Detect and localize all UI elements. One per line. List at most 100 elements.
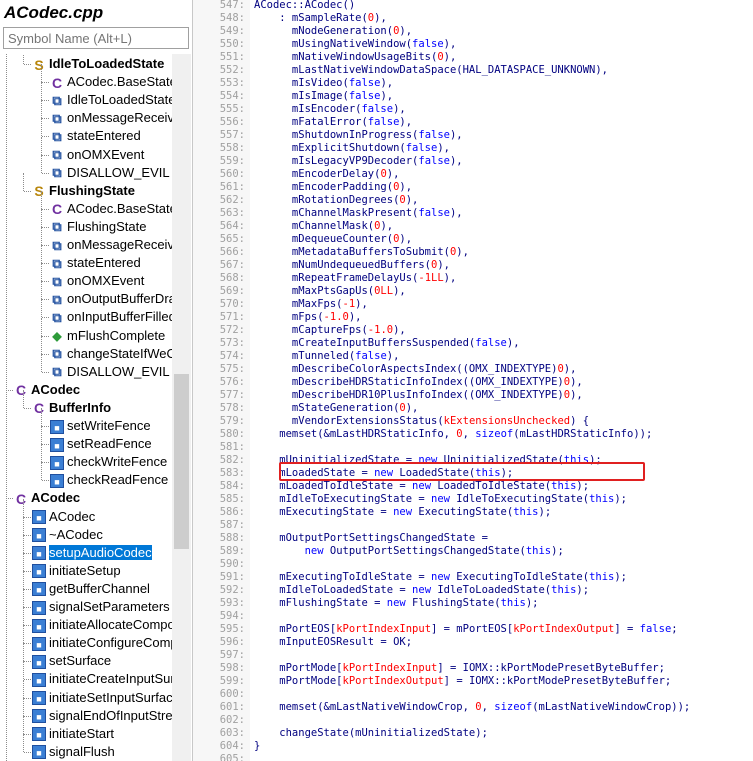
tree-guide-line — [23, 589, 24, 608]
code-line[interactable]: mPortEOS[kPortIndexInput] = mPortEOS[kPo… — [254, 623, 677, 636]
code-line[interactable]: mOutputPortSettingsChangedState = — [254, 532, 488, 545]
tree-node[interactable]: ■ initiateStart — [32, 725, 114, 743]
tree-node[interactable]: ■initiateCreateInputSurface — [32, 670, 172, 688]
tree-node[interactable]: ⧉ DISALLOW_EVIL — [50, 164, 169, 182]
code-line[interactable]: } — [254, 740, 260, 753]
scrollbar-thumb[interactable] — [174, 374, 189, 549]
tree-node[interactable]: ⧉ onMessageReceived — [50, 109, 172, 127]
code-line[interactable]: mChannelMaskPresent(false), — [254, 207, 463, 220]
code-line[interactable]: mIdleToExecutingState = new IdleToExecut… — [254, 493, 627, 506]
tree-node[interactable]: ◆ mFlushComplete — [50, 327, 165, 345]
code-line[interactable]: mIsLegacyVP9Decoder(false), — [254, 155, 463, 168]
code-line[interactable]: mChannelMask(0), — [254, 220, 393, 233]
code-line[interactable]: mPortMode[kPortIndexOutput] = IOMX::kPor… — [254, 675, 671, 688]
tree-node[interactable]: ⧉ stateEntered — [50, 254, 140, 272]
code-line[interactable]: mEncoderPadding(0), — [254, 181, 412, 194]
code-line[interactable]: mDequeueCounter(0), — [254, 233, 412, 246]
code-line[interactable]: mShutdownInProgress(false), — [254, 129, 463, 142]
method-icon: ■ — [32, 546, 46, 561]
code-line[interactable]: mExecutingToIdleState = new ExecutingToI… — [254, 571, 627, 584]
method-icon: ■ — [50, 419, 64, 434]
code-line[interactable]: mUsingNativeWindow(false), — [254, 38, 456, 51]
tree-node[interactable]: C BufferInfo — [32, 399, 111, 417]
tree-node[interactable]: ■ checkWriteFence — [50, 453, 167, 471]
code-line[interactable]: mVendorExtensionsStatus(kExtensionsUnche… — [254, 415, 589, 428]
tree-node[interactable]: ⧉ onOutputBufferDrained — [50, 290, 172, 308]
code-line[interactable]: mFlushingState = new FlushingState(this)… — [254, 597, 538, 610]
symbol-search-input[interactable] — [8, 29, 184, 47]
code-line[interactable]: mCaptureFps(-1.0), — [254, 324, 406, 337]
code-line[interactable]: mFps(-1.0), — [254, 311, 362, 324]
tree-node[interactable]: ■ setWriteFence — [50, 417, 151, 435]
code-line[interactable]: mMaxPtsGapUs(0LL), — [254, 285, 406, 298]
tree-node[interactable]: ⧉ onOMXEvent — [50, 146, 144, 164]
symbol-tree-scrollbar[interactable] — [172, 54, 191, 761]
code-line[interactable]: mExplicitShutdown(false), — [254, 142, 450, 155]
code-line[interactable]: mStateGeneration(0), — [254, 402, 418, 415]
code-line[interactable]: mIdleToLoadedState = new IdleToLoadedSta… — [254, 584, 589, 597]
code-line[interactable]: mRepeatFrameDelayUs(-1LL), — [254, 272, 456, 285]
code-line[interactable]: ACodec::ACodec() — [254, 0, 355, 12]
line-number: 571: — [219, 311, 245, 323]
code-line[interactable]: mNativeWindowUsageBits(0), — [254, 51, 456, 64]
tree-node[interactable]: ■ ACodec — [32, 508, 95, 526]
code-line[interactable]: mLastNativeWindowDataSpace(HAL_DATASPACE… — [254, 64, 608, 77]
code-line[interactable]: mDescribeHDRStaticInfoIndex((OMX_INDEXTY… — [254, 376, 583, 389]
tree-node[interactable]: ⧉ changeStateIfWeOwnAllBuffers — [50, 345, 172, 363]
tree-node[interactable]: ■ signalSetParameters — [32, 598, 170, 616]
tree-node[interactable]: ■signalEndOfInputStream — [32, 707, 172, 725]
tree-node[interactable]: ■initiateConfigureComponent — [32, 634, 172, 652]
line-number: 556: — [219, 116, 245, 128]
tree-node[interactable]: ⧉ onMessageReceived — [50, 236, 172, 254]
tree-node[interactable]: ■ initiateSetInputSurface — [32, 689, 172, 707]
tree-connector — [24, 679, 31, 681]
code-line[interactable]: mEncoderDelay(0), — [254, 168, 400, 181]
tree-node[interactable]: ■ setSurface — [32, 652, 111, 670]
code-line[interactable]: mPortMode[kPortIndexInput] = IOMX::kPort… — [254, 662, 665, 675]
tree-node[interactable]: ■ setupAudioCodec — [32, 544, 152, 562]
tree-node[interactable]: ■ signalFlush — [32, 743, 115, 761]
code-line[interactable]: mMaxFps(-1), — [254, 298, 368, 311]
tree-node[interactable]: ⧉ stateEntered — [50, 127, 140, 145]
tree-node[interactable]: C ACodec.BaseState — [50, 73, 172, 91]
tree-node[interactable]: ⧉ onOMXEvent — [50, 272, 144, 290]
code-line[interactable]: : mSampleRate(0), — [254, 12, 387, 25]
code-line[interactable]: mExecutingState = new ExecutingState(thi… — [254, 506, 551, 519]
code-line[interactable]: mTunneled(false), — [254, 350, 400, 363]
tree-node[interactable]: ⧉ FlushingState — [50, 218, 146, 236]
code-line[interactable]: new OutputPortSettingsChangedState(this)… — [254, 545, 564, 558]
code-line[interactable]: mIsVideo(false), — [254, 77, 393, 90]
code-line[interactable]: mDescribeColorAspectsIndex((OMX_INDEXTYP… — [254, 363, 577, 376]
code-line[interactable]: memset(&mLastHDRStaticInfo, 0, sizeof(mL… — [254, 428, 652, 441]
code-editor[interactable]: 547: 548: 549: 550: 551: 552: 553: 554: 555: 556:… — [193, 0, 753, 761]
tree-node[interactable]: ⧉ DISALLOW_EVIL — [50, 363, 169, 381]
tree-node[interactable]: ⧉ onInputBufferFilled — [50, 308, 172, 326]
class-icon: C — [15, 490, 27, 507]
code-line[interactable]: mNumUndequeuedBuffers(0), — [254, 259, 450, 272]
tree-node[interactable]: ■ setReadFence — [50, 435, 152, 453]
line-number: 595: — [219, 623, 245, 635]
code-line[interactable]: memset(&mLastNativeWindowCrop, 0, sizeof… — [254, 701, 690, 714]
code-line[interactable]: changeState(mUninitializedState); — [254, 727, 488, 740]
code-line[interactable]: mCreateInputBuffersSuspended(false), — [254, 337, 520, 350]
tree-node[interactable]: ■ getBufferChannel — [32, 580, 150, 598]
code-line[interactable]: mRotationDegrees(0), — [254, 194, 418, 207]
tree-node[interactable]: ⧉ IdleToLoadedState — [50, 91, 172, 109]
code-line[interactable]: mIsEncoder(false), — [254, 103, 406, 116]
symbol-search-box[interactable] — [3, 27, 189, 49]
tree-node[interactable]: S FlushingState — [32, 182, 135, 200]
code-line[interactable]: mInputEOSResult = OK; — [254, 636, 412, 649]
tree-node[interactable]: ■ checkReadFence — [50, 471, 168, 489]
code-line[interactable]: mNodeGeneration(0), — [254, 25, 412, 38]
code-line[interactable]: mDescribeHDR10PlusInfoIndex((OMX_INDEXTY… — [254, 389, 583, 402]
tree-node[interactable]: C ACodec.BaseState — [50, 200, 172, 218]
tree-node[interactable]: ■ ~ACodec — [32, 526, 103, 544]
code-line[interactable]: mMetadataBuffersToSubmit(0), — [254, 246, 469, 259]
tree-node[interactable]: ■initiateAllocateComponent — [32, 616, 172, 634]
tree-node[interactable]: ■ initiateSetup — [32, 562, 121, 580]
tree-node[interactable]: S IdleToLoadedState — [32, 55, 164, 73]
code-line[interactable]: mFatalError(false), — [254, 116, 412, 129]
code-line[interactable]: mLoadedToIdleState = new LoadedToIdleSta… — [254, 480, 589, 493]
tree-guide-line — [23, 625, 24, 644]
code-line[interactable]: mIsImage(false), — [254, 90, 393, 103]
